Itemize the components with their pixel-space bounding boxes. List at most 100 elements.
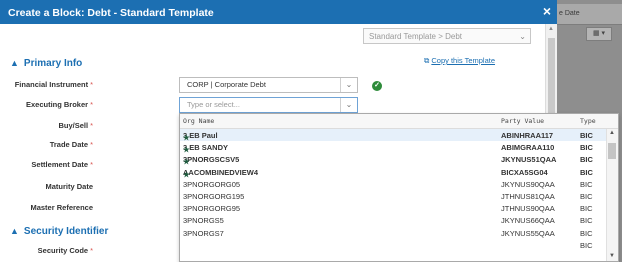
close-icon[interactable]: × [543,4,551,18]
template-selector-value: Standard Template > Debt [369,32,463,41]
modal-title: Create a Block: Debt - Standard Template [8,7,214,19]
section-primary-info-label: Primary Info [23,58,83,69]
buy-sell-label: Buy/Sell * [58,121,93,130]
scroll-up-icon[interactable]: ▲ [548,26,554,32]
background-column-header: e Date [556,4,622,25]
column-header-org-name: Org Name [183,117,215,125]
option-party-value: ABINHRAA117 [501,131,554,140]
security-code-label: Security Code * [38,246,93,255]
option-party-value: JKYNUS55QAA [501,228,555,238]
security-code-label-text: Security Code [37,246,89,255]
maturity-date-label: Maturity Date [45,182,93,191]
option-type: BIC [580,179,593,189]
dropdown-scroll-thumb[interactable] [608,143,616,159]
copy-template-link[interactable]: ⧉ Copy this Template [424,56,495,66]
section-security-identifier[interactable]: ▲ Security Identifier [10,226,108,237]
option-org-name-text: 3PNORGS5 [183,216,224,226]
executing-broker-label-text: Executing Broker [25,100,89,109]
option-org-name: 3PNORGS5 [183,216,224,225]
caret-up-icon: ▲ [10,58,19,68]
chevron-down-icon: ⌄ [340,98,357,112]
option-org-name: 3PNORGORG05 [183,180,240,189]
dropdown-option[interactable]: BIC [180,239,606,251]
check-circle-icon: ✓ [372,81,382,91]
section-primary-info[interactable]: ▲ Primary Info [10,58,82,69]
option-org-name: ★ 3 EB Paul [183,131,218,142]
dropdown-option[interactable]: ★ 3 EB Paul ABINHRAA117 BIC [180,129,606,142]
financial-instrument-label: Financial Instrument * [15,80,93,89]
option-type: BIC [580,167,593,177]
master-reference-label-text: Master Reference [30,203,93,212]
dropdown-scrollbar[interactable]: ▲ ▼ [606,129,618,261]
option-type: BIC [580,155,593,165]
option-org-name: 3PNORGS7 [183,229,224,238]
chevron-down-icon: ⌄ [519,32,526,41]
dropdown-header: Org Name Party Value Type [180,114,618,129]
option-type: BIC [580,131,593,140]
background-view-toggle[interactable]: ▦ ▾ [586,27,612,41]
dropdown-option[interactable]: 3PNORGORG195 JTHNUS81QAA BIC [180,190,606,202]
option-party-value: BICXA5SG04 [501,167,548,177]
option-org-name: 3PNORGORG95 [183,204,240,213]
option-party-value: JKYNUS66QAA [501,216,555,226]
dropdown-option[interactable]: 3PNORGORG05 JKYNUS90QAA BIC [180,178,606,190]
option-org-name-text: 3PNORGORG05 [183,179,241,189]
option-type: BIC [580,143,593,153]
option-party-value: ABIMGRAA110 [501,143,555,153]
option-org-name: ★ 3 EB SANDY [183,143,228,154]
required-marker: * [90,80,93,89]
scroll-down-icon[interactable]: ▼ [609,253,615,259]
option-party-value: JTHNUS81QAA [501,191,555,201]
required-marker: * [90,100,93,109]
buy-sell-label-text: Buy/Sell [58,121,89,130]
chevron-down-icon: ⌄ [340,78,357,92]
financial-instrument-select[interactable]: CORP | Corporate Debt ⌄ [179,77,358,93]
option-type: BIC [580,191,593,201]
executing-broker-input[interactable]: Type or select... ⌄ [179,97,358,113]
copy-template-label: Copy this Template [431,56,496,65]
settlement-date-label-text: Settlement Date [31,160,89,169]
dropdown-option[interactable]: ★ AACOMBINEDVIEW4 BICXA5SG04 BIC [180,166,606,179]
scroll-up-icon[interactable]: ▲ [609,130,615,136]
option-org-name: ★ AACOMBINEDVIEW4 [183,167,259,179]
required-marker: * [90,121,93,130]
dropdown-option[interactable]: 3PNORGORG95 JTHNUS90QAA BIC [180,202,606,214]
master-reference-label: Master Reference [30,203,93,212]
required-marker: * [90,246,93,255]
option-type: BIC [580,228,593,238]
dropdown-option[interactable]: 3PNORGS5 JKYNUS66QAA BIC [180,214,606,226]
option-org-name: 3PNORGORG195 [183,192,244,201]
section-security-identifier-label: Security Identifier [23,226,109,237]
required-marker: * [90,140,93,149]
trade-date-label-text: Trade Date [49,140,89,149]
option-org-name-text: 3PNORGS7 [183,228,224,238]
option-type: BIC [580,240,593,250]
financial-instrument-value: CORP | Corporate Debt [187,80,266,89]
template-selector[interactable]: Standard Template > Debt ⌄ [363,28,531,44]
option-party-value: JKYNUS51QAA [501,155,557,165]
maturity-date-label-text: Maturity Date [45,182,93,191]
background-column-label: e Date [559,10,580,17]
column-header-type: Type [580,117,596,125]
dropdown-option[interactable]: ★ 3 EB SANDY ABIMGRAA110 BIC [180,141,606,154]
option-org-name-text: 3PNORGORG195 [183,191,245,201]
modal-header: Create a Block: Debt - Standard Template… [0,0,557,24]
broker-dropdown: Org Name Party Value Type ★ 3 EB Paul ABIN… [179,113,619,262]
financial-instrument-label-text: Financial Instrument [14,80,89,89]
copy-icon: ⧉ [424,56,430,65]
option-type: BIC [580,216,593,226]
option-party-value: JKYNUS90QAA [501,179,555,189]
dropdown-option[interactable]: 3PNORGS7 JKYNUS55QAA BIC [180,227,606,239]
option-org-name-text: 3PNORGSCSV5 [183,155,240,165]
option-org-name-text: AACOMBINEDVIEW4 [183,167,259,177]
required-marker: * [90,160,93,169]
caret-up-icon: ▲ [10,226,19,236]
dropdown-list: ★ 3 EB Paul ABINHRAA117 BIC ★ 3 EB SANDY ABIMG… [180,129,606,251]
option-type: BIC [580,204,593,214]
settlement-date-label: Settlement Date * [31,160,93,169]
option-party-value: JTHNUS90QAA [501,204,555,214]
executing-broker-placeholder: Type or select... [187,100,240,109]
dropdown-option[interactable]: ★ 3PNORGSCSV5 JKYNUS51QAA BIC [180,153,606,166]
option-org-name: ★ 3PNORGSCSV5 [183,155,240,166]
option-org-name-text: 3PNORGORG95 [183,204,241,214]
